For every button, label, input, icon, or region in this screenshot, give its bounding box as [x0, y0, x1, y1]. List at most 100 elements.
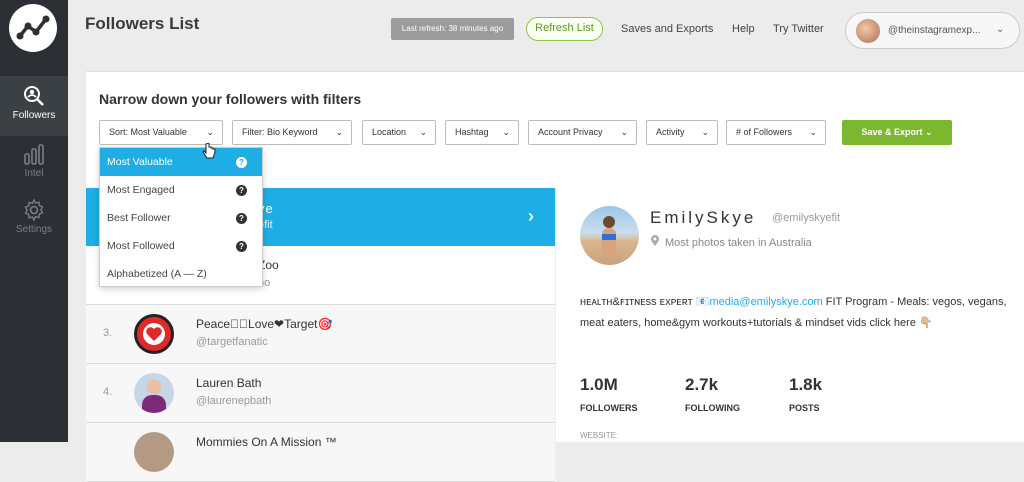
sort-option-alphabetized[interactable]: Alphabetized (A — Z)	[100, 260, 262, 288]
follower-count-filter[interactable]: # of Followers ⌄	[726, 120, 826, 145]
follower-rank: 3.	[103, 327, 113, 339]
filter-label: # of Followers	[736, 127, 793, 137]
profile-location: Most photos taken in Australia	[650, 235, 812, 249]
help-link[interactable]: Help	[732, 23, 755, 35]
sort-option-most-followed[interactable]: Most Followed?	[100, 232, 262, 260]
chevron-down-icon: ⌄	[809, 127, 817, 137]
bio-prefix: ʜᴇᴀʟᴛʜ&ꜰɪᴛɴᴇss ᴇxᴘᴇʀᴛ 📧	[580, 296, 710, 308]
list-item[interactable]: 4. Lauren Bath @laurenepbath	[86, 364, 555, 423]
activity-filter[interactable]: Activity ⌄	[646, 120, 718, 145]
follower-name: Lauren Bath	[196, 376, 262, 390]
stat-value: 1.0M	[580, 375, 618, 394]
chevron-down-icon: ⌄	[502, 127, 510, 137]
avatar	[134, 314, 174, 354]
profile-location-text: Most photos taken in Australia	[665, 237, 812, 249]
chevron-down-icon: ⌄	[206, 127, 214, 137]
follower-name: Mommies On A Mission ™	[196, 435, 337, 449]
sort-option-best-follower[interactable]: Best Follower?	[100, 204, 262, 232]
posts-stat: 1.8k POSTS	[789, 375, 822, 413]
bio-email-link[interactable]: media@emilyskye.com	[709, 296, 822, 308]
profile-name: EmilySkye	[650, 208, 757, 227]
account-privacy-filter[interactable]: Account Privacy ⌄	[528, 120, 637, 145]
chevron-down-icon: ⌄	[701, 127, 709, 137]
app-logo[interactable]	[9, 4, 57, 52]
location-filter[interactable]: Location ⌄	[362, 120, 436, 145]
bar-chart-icon	[24, 144, 44, 165]
sort-options-menu: Most Valuable? Most Engaged? Best Follow…	[99, 147, 263, 287]
following-stat: 2.7k FOLLOWING	[685, 375, 740, 413]
chevron-right-icon: ›	[528, 206, 534, 226]
chevron-down-icon: ⌄	[925, 127, 933, 137]
filter-label: Hashtag	[455, 127, 489, 137]
stat-label: FOLLOWING	[685, 403, 740, 413]
help-icon[interactable]: ?	[236, 185, 247, 196]
stat-value: 2.7k	[685, 375, 719, 394]
sidebar-item-label: Settings	[15, 224, 53, 235]
bio-keyword-filter[interactable]: Filter: Bio Keyword ⌄	[232, 120, 352, 145]
account-menu[interactable]: @theinstagramexp... ⌄	[845, 12, 1020, 49]
trend-logo-icon	[16, 15, 50, 40]
sidebar-item-settings[interactable]: Settings	[0, 196, 68, 256]
chevron-down-icon: ⌄	[620, 127, 628, 137]
filter-label: Filter: Bio Keyword	[242, 127, 318, 137]
sidebar-item-followers[interactable]: Followers	[0, 76, 68, 136]
save-export-button[interactable]: Save & Export ⌄	[842, 120, 952, 145]
avatar-head	[603, 216, 615, 228]
location-pin-icon	[651, 235, 659, 246]
profile-bio: ʜᴇᴀʟᴛʜ&ꜰɪᴛɴᴇss ᴇxᴘᴇʀᴛ 📧media@emilyskye.c…	[580, 292, 1010, 334]
avatar	[134, 373, 174, 413]
follower-handle: @targetfanatic	[196, 336, 268, 348]
website-label: WEBSITE:	[580, 431, 619, 440]
avatar-swimsuit	[602, 234, 616, 240]
list-item[interactable]: 3. Peace☮🏽Love❤Target🎯 @targetfanatic	[86, 305, 555, 364]
page-title: Followers List	[85, 14, 200, 33]
avatar	[134, 432, 174, 472]
filter-label: Location	[372, 127, 407, 137]
hashtag-filter[interactable]: Hashtag ⌄	[445, 120, 519, 145]
heart-icon	[143, 323, 165, 345]
sidebar: Followers Intel Settings	[0, 0, 68, 442]
sort-option-label: Best Follower	[107, 212, 171, 224]
sort-option-label: Most Valuable	[107, 156, 173, 168]
profile-handle: @emilyskyefit	[772, 212, 841, 224]
saves-and-exports-link[interactable]: Saves and Exports	[621, 23, 713, 35]
help-icon[interactable]: ?	[236, 157, 247, 168]
follower-name: Peace☮🏽Love❤Target🎯	[196, 317, 333, 331]
help-icon[interactable]: ?	[236, 241, 247, 252]
avatar	[580, 206, 639, 265]
avatar	[856, 19, 880, 43]
filter-panel-title: Narrow down your followers with filters	[99, 91, 362, 107]
chevron-down-icon: ⌄	[335, 127, 343, 137]
sort-option-label: Most Engaged	[107, 184, 175, 196]
help-icon[interactable]: ?	[236, 213, 247, 224]
last-refresh-badge: Last refresh: 38 minutes ago	[391, 18, 514, 40]
top-bar: Followers List Last refresh: 38 minutes …	[68, 0, 1024, 62]
sidebar-item-intel[interactable]: Intel	[0, 140, 68, 200]
hand-cursor-icon	[202, 143, 216, 159]
chevron-down-icon: ⌄	[996, 24, 1005, 35]
chevron-down-icon: ⌄	[419, 127, 427, 137]
list-item[interactable]: Mommies On A Mission ™	[86, 423, 555, 482]
gear-icon	[24, 198, 44, 222]
sort-dropdown[interactable]: Sort: Most Valuable ⌄	[99, 120, 223, 145]
followers-stat: 1.0M FOLLOWERS	[580, 375, 638, 413]
account-name: @theinstagramexp...	[888, 25, 981, 36]
follower-handle: @laurenepbath	[196, 395, 272, 407]
save-export-label: Save & Export	[861, 127, 923, 137]
sort-option-most-engaged[interactable]: Most Engaged?	[100, 176, 262, 204]
sort-option-label: Most Followed	[107, 240, 175, 252]
stat-label: POSTS	[789, 403, 820, 413]
stat-value: 1.8k	[789, 375, 823, 394]
filter-label: Account Privacy	[538, 127, 603, 137]
refresh-list-button[interactable]: Refresh List	[526, 17, 603, 41]
filter-label: Sort: Most Valuable	[109, 127, 187, 137]
sort-option-label: Alphabetized (A — Z)	[107, 268, 207, 280]
sort-option-most-valuable[interactable]: Most Valuable?	[100, 148, 262, 176]
sidebar-item-label: Followers	[12, 110, 56, 121]
follower-rank: 4.	[103, 386, 113, 398]
avatar-figure	[142, 395, 166, 413]
profile-panel: EmilySkye @emilyskyefit Most photos take…	[556, 188, 1024, 442]
avatar-body	[602, 228, 616, 258]
filter-label: Activity	[656, 127, 685, 137]
try-twitter-link[interactable]: Try Twitter	[773, 23, 824, 35]
